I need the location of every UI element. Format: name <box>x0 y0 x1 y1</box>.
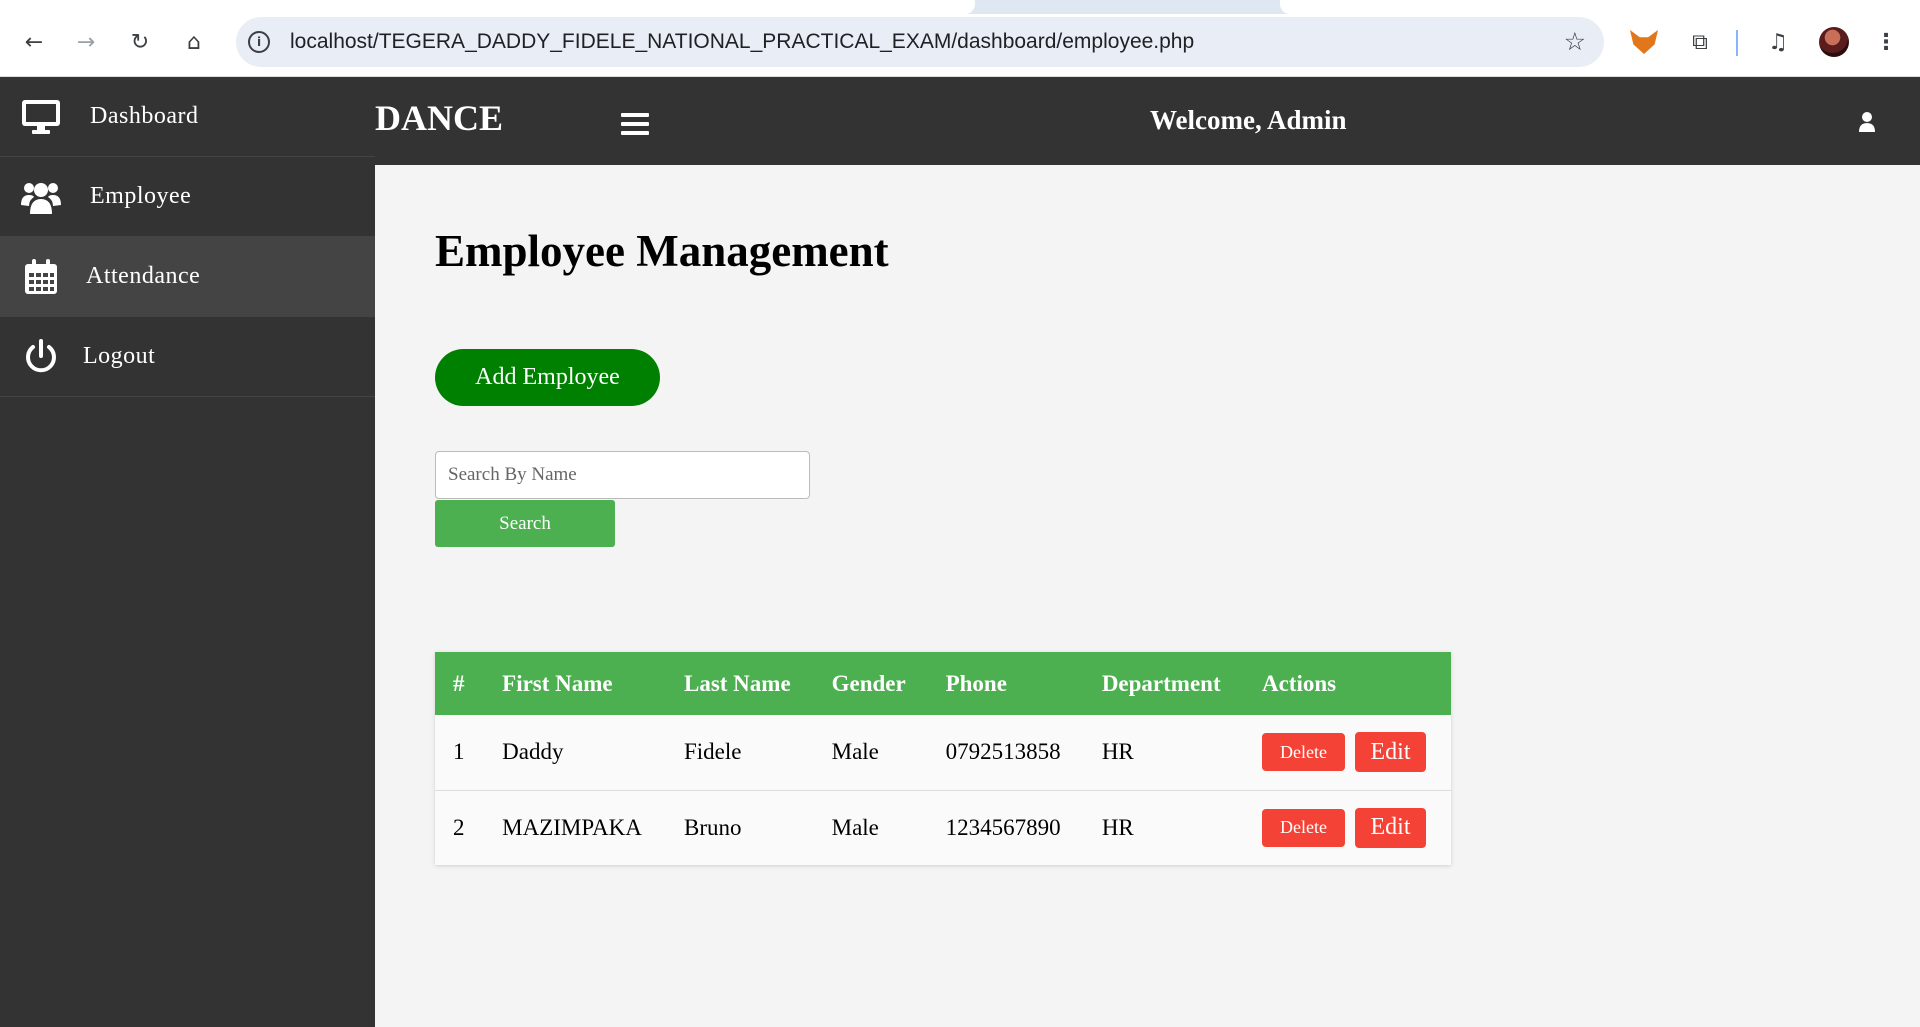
search-button[interactable]: Search <box>435 500 615 547</box>
cell-number: 2 <box>453 814 465 840</box>
other-tab[interactable] <box>1280 0 1920 14</box>
sidebar-item-label: Dashboard <box>90 103 199 129</box>
col-header-phone: Phone <box>927 652 1084 715</box>
cell-first-name: Daddy <box>484 715 666 791</box>
cell-number: 1 <box>435 715 485 791</box>
user-icon[interactable] <box>1858 111 1876 133</box>
profile-avatar[interactable] <box>1814 22 1854 62</box>
cell-department: HR <box>1083 715 1244 791</box>
cell-gender: Male <box>831 814 879 840</box>
table-row: 2 MAZIMPAKA Bruno Male 1234567890 HR Del… <box>435 790 1451 865</box>
col-header-first-name: First Name <box>484 652 666 715</box>
col-header-department: Department <box>1083 652 1244 715</box>
table-row: 1 Daddy Fidele Male 0792513858 HR Delete… <box>435 715 1451 791</box>
home-icon[interactable]: ⌂ <box>174 22 214 62</box>
edit-button[interactable]: Edit <box>1354 732 1426 773</box>
cell-phone: 0792513858 <box>927 715 1084 791</box>
cell-gender: Male <box>813 715 928 791</box>
sidebar: Dashboard Employee Attendance Logout <box>0 77 375 1027</box>
reload-icon[interactable]: ↻ <box>120 22 160 62</box>
cell-actions: Delete Edit <box>1243 715 1451 791</box>
back-icon[interactable]: ← <box>14 22 54 62</box>
monitor-icon <box>20 96 62 138</box>
browser-chrome: ← → ↻ ⌂ i localhost/TEGERA_DADDY_FIDELE_… <box>0 0 1920 77</box>
welcome-text: Welcome, Admin <box>1150 105 1347 135</box>
media-control-icon[interactable]: ♫ <box>1758 22 1798 62</box>
sidebar-item-attendance[interactable]: Attendance <box>0 237 375 317</box>
cell-phone: 1234567890 <box>945 814 1061 840</box>
tab-strip <box>0 0 1920 14</box>
browser-menu-icon[interactable]: ⋮ <box>1866 22 1906 62</box>
site-info-icon[interactable]: i <box>248 31 270 53</box>
toolbar-divider <box>1736 30 1738 56</box>
cell-actions: Delete Edit <box>1244 790 1451 865</box>
add-employee-button[interactable]: Add Employee <box>435 349 660 406</box>
edit-button[interactable]: Edit <box>1354 807 1426 848</box>
employee-table: # First Name Last Name Gender Phone Depa… <box>435 652 1451 865</box>
col-header-last-name: Last Name <box>665 652 814 715</box>
sidebar-item-employee[interactable]: Employee <box>0 157 375 237</box>
col-header-number: # <box>435 652 485 715</box>
sidebar-item-logout[interactable]: Logout <box>0 317 375 397</box>
hamburger-menu-icon[interactable] <box>621 113 649 135</box>
sidebar-item-dashboard[interactable]: Dashboard <box>0 77 375 157</box>
delete-button[interactable]: Delete <box>1261 808 1345 847</box>
delete-button[interactable]: Delete <box>1261 733 1345 772</box>
address-bar[interactable]: i localhost/TEGERA_DADDY_FIDELE_NATIONAL… <box>236 17 1604 67</box>
table-header-row: # First Name Last Name Gender Phone Depa… <box>435 652 1451 715</box>
app-header: DANCE Welcome, Admin <box>375 77 1920 165</box>
bookmark-star-icon[interactable]: ☆ <box>1564 27 1586 56</box>
cell-first-name: MAZIMPAKA <box>502 814 642 840</box>
page-title: Employee Management <box>435 226 889 276</box>
forward-icon[interactable]: → <box>66 22 106 62</box>
active-tab[interactable] <box>0 0 975 14</box>
brand-title: DANCE <box>375 98 504 138</box>
calendar-icon <box>20 256 62 298</box>
sidebar-item-label: Logout <box>83 343 156 369</box>
cell-last-name: Bruno <box>683 814 742 840</box>
col-header-gender: Gender <box>813 652 928 715</box>
users-icon <box>20 176 62 218</box>
col-header-actions: Actions <box>1243 652 1451 715</box>
search-input[interactable] <box>435 451 810 499</box>
cell-department: HR <box>1101 814 1134 840</box>
main-content: Employee Management Add Employee Search … <box>375 165 1920 1027</box>
cell-last-name: Fidele <box>665 715 814 791</box>
extensions-puzzle-icon[interactable]: ⧉ <box>1680 22 1720 62</box>
url-text[interactable]: localhost/TEGERA_DADDY_FIDELE_NATIONAL_P… <box>290 30 1194 54</box>
sidebar-item-label: Employee <box>90 183 192 209</box>
power-icon <box>20 336 62 378</box>
metamask-fox-icon[interactable] <box>1624 22 1664 62</box>
sidebar-item-label: Attendance <box>86 263 201 289</box>
